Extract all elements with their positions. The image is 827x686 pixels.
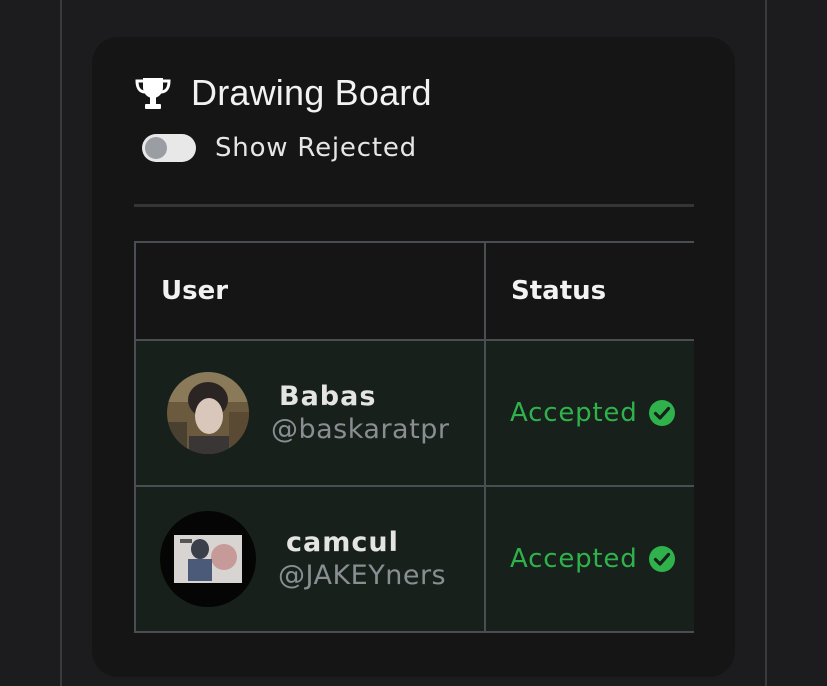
trophy-icon <box>133 73 173 113</box>
toggle-knob <box>145 137 167 159</box>
user-name[interactable]: camcul <box>286 527 399 558</box>
show-rejected-toggle-row: Show Rejected <box>142 133 417 163</box>
left-frame-border <box>60 0 62 686</box>
show-rejected-label: Show Rejected <box>215 133 417 163</box>
user-handle: @baskaratpr <box>271 414 450 445</box>
divider <box>134 204 694 207</box>
right-frame-border <box>765 0 767 686</box>
table-row: camcul @JAKEYners Accepted <box>134 485 694 633</box>
column-header-user: User <box>134 241 486 341</box>
card-title: Drawing Board <box>191 72 432 113</box>
check-circle-icon <box>648 400 675 426</box>
status-cell: Accepted <box>484 339 694 487</box>
table-header-row: User Status <box>134 241 694 341</box>
drawing-board-card: Drawing Board Show Rejected User Status <box>92 37 735 677</box>
column-header-status: Status <box>484 241 694 341</box>
page: Drawing Board Show Rejected User Status <box>0 0 827 686</box>
card-header: Drawing Board <box>133 71 432 115</box>
status-label: Accepted <box>510 398 638 428</box>
user-cell: camcul @JAKEYners <box>134 485 486 633</box>
user-cell: Babas @baskaratpr <box>134 339 486 487</box>
check-circle-icon <box>648 546 675 572</box>
user-handle: @JAKEYners <box>278 560 447 591</box>
status-label: Accepted <box>510 544 638 574</box>
avatar[interactable] <box>160 511 256 607</box>
status-cell: Accepted <box>484 485 694 633</box>
submissions-table: User Status Babas @baskaratpr Accepted c… <box>134 241 694 634</box>
avatar[interactable] <box>167 372 249 454</box>
show-rejected-toggle[interactable] <box>142 134 196 162</box>
user-name[interactable]: Babas <box>279 381 376 412</box>
table-row: Babas @baskaratpr Accepted <box>134 339 694 487</box>
